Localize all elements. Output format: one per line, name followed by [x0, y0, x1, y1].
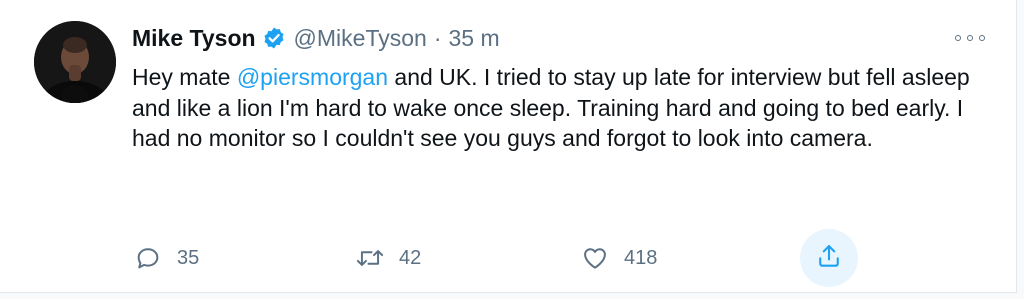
retweet-count: 42 [399, 246, 422, 269]
like-button[interactable]: 418 [580, 234, 657, 282]
page-background: Mike Tyson @MikeTyson · 35 m Hey mate @p… [0, 0, 1024, 299]
separator-dot: · [433, 24, 442, 51]
more-dot-2 [967, 35, 973, 41]
mention-link[interactable]: @piersmorgan [237, 64, 388, 90]
tweet-card[interactable]: Mike Tyson @MikeTyson · 35 m Hey mate @p… [0, 0, 1017, 293]
tweet-actions: 35 42 418 [133, 234, 863, 282]
tweet-header: Mike Tyson @MikeTyson · 35 m [132, 22, 500, 54]
more-dot-3 [979, 35, 985, 41]
tweet-text: Hey mate @piersmorgan and UK. I tried to… [132, 62, 982, 154]
more-options-icon[interactable] [955, 30, 985, 46]
retweet-icon [355, 243, 385, 273]
reply-button[interactable]: 35 [133, 234, 199, 282]
share-button[interactable] [800, 229, 858, 287]
author-name[interactable]: Mike Tyson [132, 25, 256, 52]
more-dot-1 [955, 35, 961, 41]
tweet-timestamp[interactable]: 35 m [449, 25, 500, 52]
share-icon [815, 242, 843, 275]
avatar[interactable] [34, 21, 116, 103]
retweet-button[interactable]: 42 [355, 234, 421, 282]
reply-count: 35 [177, 246, 200, 269]
author-handle[interactable]: @MikeTyson [294, 25, 427, 52]
verified-badge-icon [262, 26, 286, 50]
tweet-text-part1: Hey mate [132, 64, 237, 90]
heart-icon [580, 243, 610, 273]
like-count: 418 [624, 246, 658, 269]
reply-icon [133, 243, 163, 273]
